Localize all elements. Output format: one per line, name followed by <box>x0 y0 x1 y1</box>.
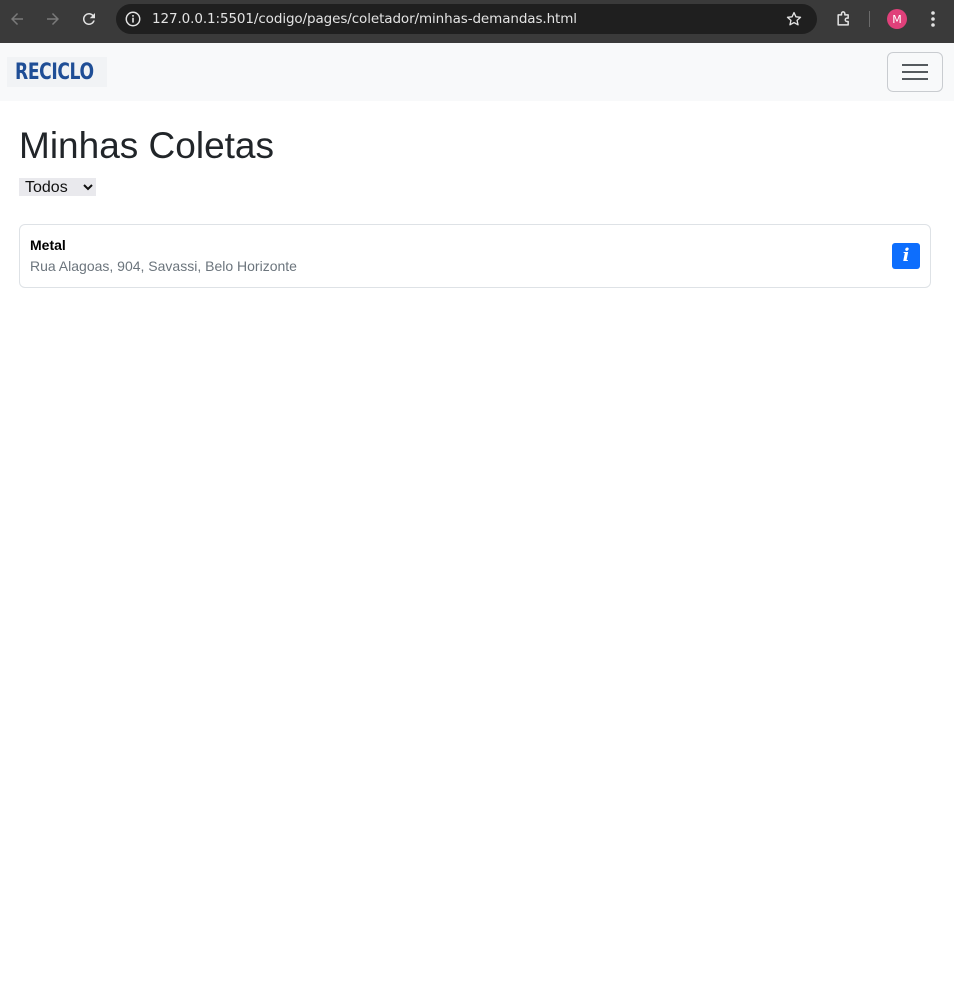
bookmark-star-icon[interactable] <box>785 10 803 28</box>
site-info-icon[interactable] <box>124 10 142 28</box>
address-bar[interactable]: 127.0.0.1:5501/codigo/pages/coletador/mi… <box>116 4 817 34</box>
navbar-toggler-button[interactable] <box>887 52 943 92</box>
coleta-info-button[interactable]: i <box>892 243 920 269</box>
reload-icon[interactable] <box>78 8 100 30</box>
main-content: Minhas Coletas Todos Metal Rua Alagoas, … <box>19 124 931 288</box>
kebab-menu-icon[interactable] <box>924 9 942 29</box>
info-icon: i <box>902 245 910 266</box>
toolbar-divider <box>869 11 870 27</box>
forward-arrow-icon[interactable] <box>42 8 64 30</box>
app-navbar: RECICLO <box>0 43 954 101</box>
hamburger-icon <box>902 64 928 80</box>
status-filter-select[interactable]: Todos <box>19 178 96 196</box>
extensions-puzzle-icon[interactable] <box>834 9 854 29</box>
page-title: Minhas Coletas <box>19 125 275 166</box>
coleta-material: Metal <box>30 237 66 253</box>
brand-logo-text: RECICLO <box>15 59 94 85</box>
coleta-card: Metal Rua Alagoas, 904, Savassi, Belo Ho… <box>19 224 931 288</box>
url-text[interactable]: 127.0.0.1:5501/codigo/pages/coletador/mi… <box>152 11 577 27</box>
profile-avatar[interactable]: M <box>887 9 907 29</box>
coleta-address: Rua Alagoas, 904, Savassi, Belo Horizont… <box>30 258 297 274</box>
browser-toolbar: 127.0.0.1:5501/codigo/pages/coletador/mi… <box>0 0 954 43</box>
back-arrow-icon[interactable] <box>6 8 28 30</box>
brand-logo[interactable]: RECICLO <box>7 57 107 87</box>
